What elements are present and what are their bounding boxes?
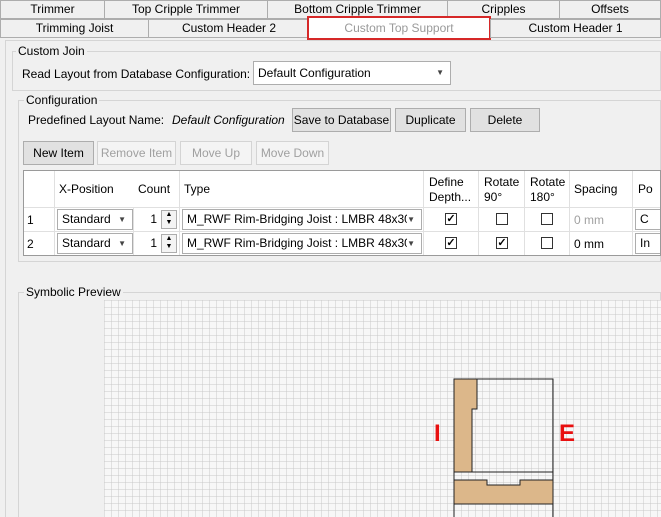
row-1-count[interactable]: 1 ▲ ▼ — [134, 208, 180, 232]
row-1-type[interactable]: M_RWF Rim-Bridging Joist : LMBR 48x30 ▼ — [180, 208, 424, 232]
row-1-po[interactable]: C — [633, 208, 660, 232]
header-rotate-180[interactable]: Rotate 180° — [525, 171, 570, 208]
read-layout-dropdown[interactable]: Default Configuration ▼ — [253, 61, 451, 85]
row-1-count-value: 1 — [150, 212, 157, 226]
header-define-depth[interactable]: Define Depth... — [424, 171, 479, 208]
header-rotate-90-line2: 90° — [484, 190, 503, 204]
row-2-rotate-90[interactable]: ✓ — [479, 232, 525, 255]
chevron-down-icon: ▼ — [436, 68, 444, 77]
row-2-x-position-value: Standard — [62, 236, 111, 250]
delete-button[interactable]: Delete — [470, 108, 540, 132]
row-1-po-dropdown[interactable]: C — [635, 209, 660, 230]
chevron-down-icon: ▼ — [407, 210, 415, 229]
row-1-rotate-180[interactable] — [525, 208, 570, 232]
tab-custom-header-2[interactable]: Custom Header 2 — [148, 19, 310, 38]
row-1-number: 1 — [24, 208, 55, 232]
header-rotate-180-line1: Rotate — [530, 175, 566, 189]
move-up-button[interactable]: Move Up — [180, 141, 252, 165]
row-2-rotate-90-checkbox[interactable]: ✓ — [496, 237, 508, 249]
row-2-type[interactable]: M_RWF Rim-Bridging Joist : LMBR 48x30 ▼ — [180, 232, 424, 255]
row-1-x-position-value: Standard — [62, 212, 111, 226]
header-rotate-90[interactable]: Rotate 90° — [479, 171, 525, 208]
tab-trimmer[interactable]: Trimmer — [0, 0, 105, 19]
move-down-button[interactable]: Move Down — [256, 141, 329, 165]
row-1-spacing[interactable]: 0 mm — [570, 208, 633, 232]
custom-join-legend: Custom Join — [16, 44, 87, 58]
header-count[interactable]: Count — [134, 171, 180, 208]
header-rownum — [24, 171, 55, 208]
header-po[interactable]: Po — [633, 171, 660, 208]
header-rotate-90-line1: Rotate — [484, 175, 520, 189]
row-2-define-depth-checkbox[interactable]: ✓ — [445, 237, 457, 249]
preview-label-left: I — [434, 420, 441, 447]
save-to-database-button[interactable]: Save to Database — [292, 108, 391, 132]
predefined-layout-value: Default Configuration — [172, 113, 285, 127]
header-define-depth-line2: Depth... — [429, 190, 472, 204]
new-item-button[interactable]: New Item — [23, 141, 94, 165]
symbolic-preview-legend: Symbolic Preview — [24, 285, 123, 299]
items-table: X-Position Count Type Define Depth... Ro… — [23, 170, 661, 256]
row-1-rotate-180-checkbox[interactable] — [541, 213, 553, 225]
header-spacing[interactable]: Spacing — [570, 171, 633, 208]
preview-label-right: E — [559, 420, 575, 447]
chevron-down-icon: ▼ — [118, 215, 126, 224]
chevron-down-icon: ▼ — [407, 234, 415, 253]
row-2-po[interactable]: In — [633, 232, 660, 255]
row-2-po-dropdown[interactable]: In — [635, 233, 660, 254]
row-2-x-position-dropdown[interactable]: Standard ▼ — [57, 233, 133, 254]
row-1-x-position-dropdown[interactable]: Standard ▼ — [57, 209, 133, 230]
chevron-down-icon: ▼ — [118, 239, 126, 248]
row-2-rotate-180[interactable] — [525, 232, 570, 255]
header-type[interactable]: Type — [180, 171, 424, 208]
row-1-define-depth-checkbox[interactable]: ✓ — [445, 213, 457, 225]
count-spinner-icon[interactable]: ▲ ▼ — [161, 210, 177, 229]
configuration-legend: Configuration — [24, 93, 100, 107]
remove-item-button[interactable]: Remove Item — [97, 141, 176, 165]
row-2-define-depth[interactable]: ✓ — [424, 232, 479, 255]
row-2-type-value: M_RWF Rim-Bridging Joist : LMBR 48x30 — [187, 236, 411, 250]
predefined-layout-label: Predefined Layout Name: — [28, 113, 165, 127]
tab-top-cripple-trimmer[interactable]: Top Cripple Trimmer — [104, 0, 268, 19]
row-2-spacing[interactable]: 0 mm — [570, 232, 633, 255]
read-layout-value: Default Configuration — [258, 66, 371, 80]
row-2-type-dropdown[interactable]: M_RWF Rim-Bridging Joist : LMBR 48x30 ▼ — [182, 233, 422, 254]
row-2-count-value: 1 — [150, 236, 157, 250]
row-2-rotate-180-checkbox[interactable] — [541, 237, 553, 249]
row-1-type-value: M_RWF Rim-Bridging Joist : LMBR 48x30 — [187, 212, 411, 226]
tab-trimming-joist[interactable]: Trimming Joist — [0, 19, 149, 38]
row-1-define-depth[interactable]: ✓ — [424, 208, 479, 232]
row-2-number: 2 — [24, 232, 55, 255]
row-1-x-position[interactable]: Standard ▼ — [55, 208, 134, 232]
count-spinner-icon[interactable]: ▲ ▼ — [161, 234, 177, 253]
read-layout-label: Read Layout from Database Configuration: — [22, 67, 251, 81]
tab-offsets[interactable]: Offsets — [559, 0, 661, 19]
row-1-type-dropdown[interactable]: M_RWF Rim-Bridging Joist : LMBR 48x30 ▼ — [182, 209, 422, 230]
tab-custom-top-support[interactable]: Custom Top Support — [307, 16, 491, 40]
header-define-depth-line1: Define — [429, 175, 464, 189]
header-rotate-180-line2: 180° — [530, 190, 555, 204]
row-2-count[interactable]: 1 ▲ ▼ — [134, 232, 180, 255]
row-1-rotate-90[interactable] — [479, 208, 525, 232]
row-1-rotate-90-checkbox[interactable] — [496, 213, 508, 225]
row-2-x-position[interactable]: Standard ▼ — [55, 232, 134, 255]
tab-custom-header-1[interactable]: Custom Header 1 — [490, 19, 661, 38]
duplicate-button[interactable]: Duplicate — [395, 108, 466, 132]
symbolic-preview-canvas: I E — [104, 300, 661, 517]
